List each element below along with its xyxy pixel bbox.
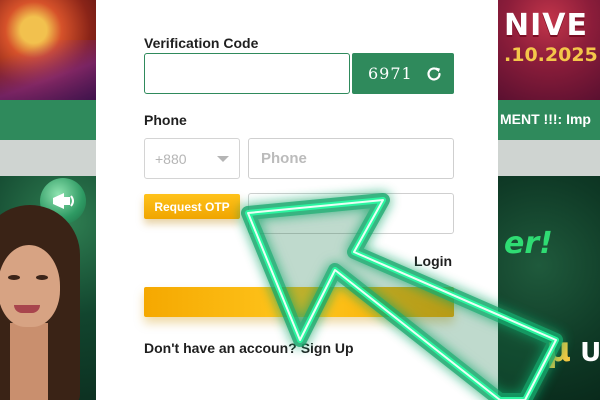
background-right: NIVE .10.2025 MENT !!!: Imp er! µ Up t — [498, 0, 600, 400]
phone-label: Phone — [144, 112, 187, 128]
submit-button[interactable] — [144, 287, 454, 317]
request-otp-button[interactable]: Request OTP — [144, 194, 240, 219]
background-left — [0, 0, 96, 400]
notice-marquee: MENT !!!: Imp — [500, 111, 591, 127]
otp-input[interactable] — [248, 193, 454, 234]
login-link[interactable]: Login — [414, 253, 452, 269]
verification-code-label: Verification Code — [144, 35, 259, 51]
country-code-value: +880 — [155, 150, 187, 167]
promo-title: er! — [504, 226, 553, 261]
notice-bar — [0, 100, 96, 140]
signup-prompt-text: Don't have an accoun — [144, 340, 289, 356]
chevron-down-icon — [217, 155, 229, 162]
banner-date: .10.2025 — [504, 44, 598, 66]
promo-subtitle: µ Up t — [546, 330, 600, 370]
captcha-box: 6971 — [352, 53, 454, 94]
otp-login-modal: Verification Code 6971 Phone +880 Reques… — [96, 0, 498, 400]
signup-prompt-tail: ? — [288, 340, 297, 356]
signup-prompt: Don't have an accoun? Sign Up — [144, 340, 354, 356]
verification-code-input[interactable] — [144, 53, 350, 94]
country-code-select[interactable]: +880 — [144, 138, 240, 179]
nav-strip — [0, 140, 96, 176]
nav-strip — [498, 140, 600, 176]
signup-link[interactable]: Sign Up — [301, 340, 354, 356]
event-banner-overlay — [0, 40, 96, 100]
promo-sub-symbol: µ — [546, 330, 572, 370]
promo-sub-text: Up t — [580, 338, 600, 368]
phone-input[interactable] — [248, 138, 454, 179]
banner-title: NIVE — [504, 8, 588, 43]
captcha-code: 6971 — [368, 64, 413, 83]
promo-model-image — [0, 205, 80, 400]
refresh-icon[interactable] — [424, 64, 444, 84]
